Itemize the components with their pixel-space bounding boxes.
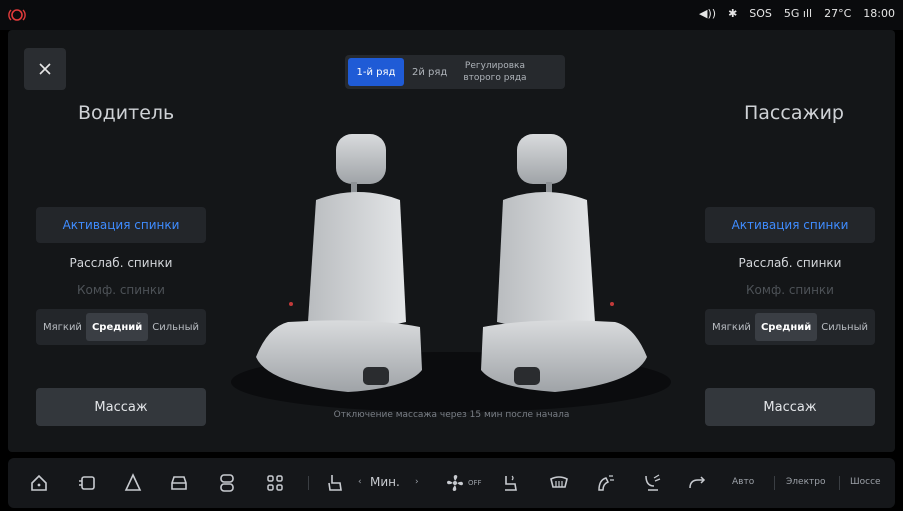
brake-warning-icon <box>8 9 26 21</box>
driver-activate-back-button[interactable]: Активация спинки <box>36 207 206 243</box>
windshield-defrost-icon[interactable] <box>548 472 570 494</box>
car-icon[interactable] <box>168 472 190 494</box>
bluetooth-icon[interactable]: ✱ <box>728 7 737 20</box>
fan-state-label: OFF <box>468 479 482 487</box>
status-bar: ◀)) ✱ SOS 5G ıll 27°C 18:00 <box>0 0 903 30</box>
car-door-icon[interactable] <box>76 472 98 494</box>
drive-mode-highway[interactable]: Шоссе <box>850 477 881 487</box>
passenger-seat-image <box>481 134 647 392</box>
clock-label: 18:00 <box>863 7 895 20</box>
seat-heat-icon[interactable] <box>324 472 346 494</box>
passenger-intensity-strong[interactable]: Сильный <box>817 313 872 341</box>
sos-label[interactable]: SOS <box>749 7 772 20</box>
tab-row-1[interactable]: 1-й ряд <box>348 58 404 86</box>
volume-icon[interactable]: ◀)) <box>699 7 716 20</box>
fan-increase-button[interactable]: › <box>415 477 419 487</box>
massage-timeout-note: Отключение массажа через 15 мин после на… <box>333 410 570 420</box>
dock-divider <box>308 476 309 490</box>
fan-level-label: Мин. <box>370 475 400 489</box>
tab-row-2[interactable]: 2й ряд <box>404 58 455 86</box>
seat-settings-panel: 1-й ряд 2й ряд Регулировка второго ряда … <box>8 30 895 452</box>
passenger-massage-button[interactable]: Массаж <box>705 388 875 426</box>
passenger-intensity-medium[interactable]: Средний <box>754 313 818 341</box>
drive-mode-electro[interactable]: Электро <box>786 477 825 487</box>
passenger-intensity-soft[interactable]: Мягкий <box>708 313 755 341</box>
row-tabs: 1-й ряд 2й ряд Регулировка второго ряда <box>345 55 565 89</box>
close-button[interactable] <box>24 48 66 90</box>
driver-massage-button[interactable]: Массаж <box>36 388 206 426</box>
driver-controls: Активация спинки Расслаб. спинки Комф. с… <box>36 207 206 345</box>
fan-icon[interactable] <box>444 472 466 494</box>
home-icon[interactable] <box>28 472 50 494</box>
airflow-feet-icon[interactable] <box>640 472 662 494</box>
driver-seat-image <box>256 134 422 392</box>
air-recirculation-icon[interactable] <box>686 472 708 494</box>
driver-relax-back-button[interactable]: Расслаб. спинки <box>36 256 206 270</box>
seat-airflow-icon[interactable] <box>500 472 522 494</box>
passenger-intensity-selector: Мягкий Средний Сильный <box>705 309 875 345</box>
apps-grid-icon[interactable] <box>264 472 286 494</box>
driver-title: Водитель <box>78 102 175 124</box>
mode-divider <box>774 476 775 490</box>
mode-divider <box>839 476 840 490</box>
fan-decrease-button[interactable]: ‹ <box>358 477 362 487</box>
bottom-dock: ‹ Мин. › OFF Авто Электро Шоссе <box>8 458 895 508</box>
passenger-activate-back-button[interactable]: Активация спинки <box>705 207 875 243</box>
close-icon <box>39 63 51 75</box>
driver-intensity-strong[interactable]: Сильный <box>148 313 203 341</box>
tab-second-row-adjust[interactable]: Регулировка второго ряда <box>455 58 534 86</box>
airflow-face-icon[interactable] <box>594 472 616 494</box>
network-label: 5G ıll <box>783 7 813 20</box>
passenger-title: Пассажир <box>744 102 844 124</box>
passenger-relax-back-button[interactable]: Расслаб. спинки <box>705 256 875 270</box>
seat-control-icon[interactable] <box>216 472 238 494</box>
driver-intensity-selector: Мягкий Средний Сильный <box>36 309 206 345</box>
passenger-comfort-back-button[interactable]: Комф. спинки <box>705 283 875 297</box>
driver-intensity-soft[interactable]: Мягкий <box>39 313 86 341</box>
temperature-label: 27°C <box>824 7 852 20</box>
driver-comfort-back-button[interactable]: Комф. спинки <box>36 283 206 297</box>
drive-mode-auto[interactable]: Авто <box>732 477 754 487</box>
passenger-controls: Активация спинки Расслаб. спинки Комф. с… <box>705 207 875 345</box>
navigation-icon[interactable] <box>122 472 144 494</box>
seats-illustration <box>231 134 671 412</box>
driver-intensity-medium[interactable]: Средний <box>85 313 149 341</box>
